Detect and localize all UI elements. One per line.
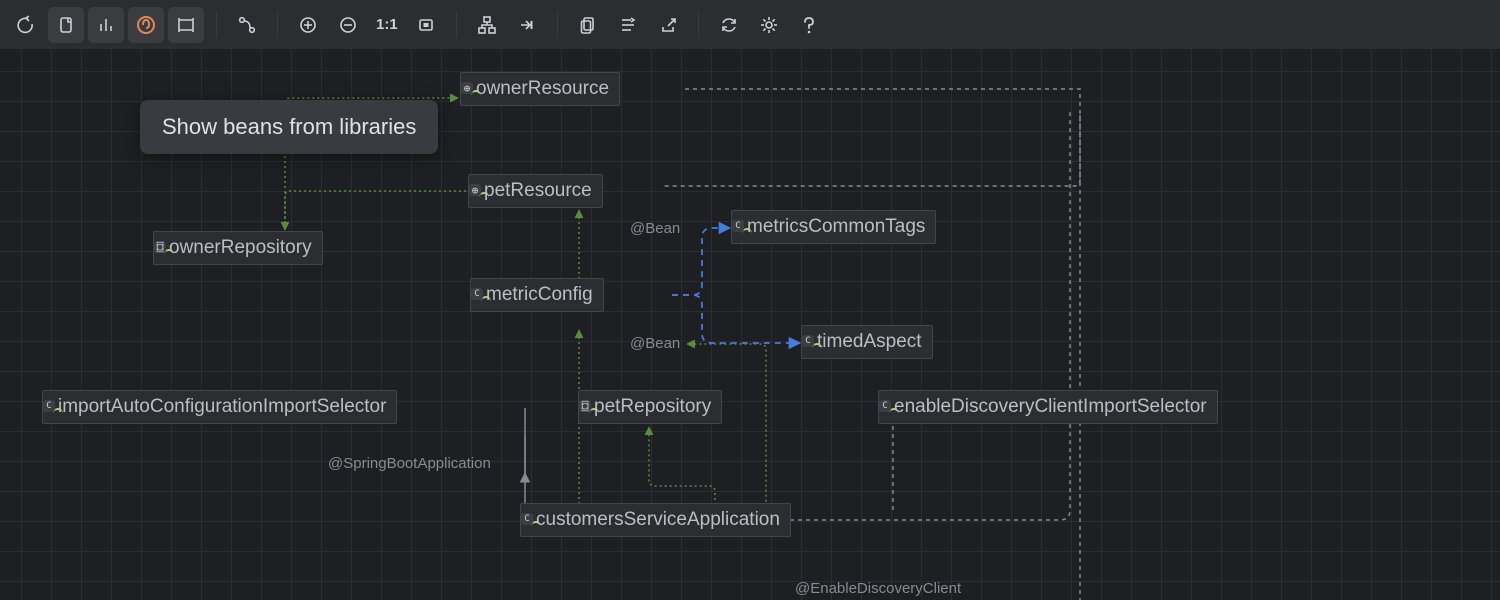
route-edges-icon[interactable] bbox=[509, 7, 545, 43]
bean-node-metric-config[interactable]: metricConfig bbox=[470, 278, 604, 312]
list-icon[interactable] bbox=[610, 7, 646, 43]
toolbar-separator bbox=[456, 12, 457, 38]
tooltip: Show beans from libraries bbox=[140, 100, 438, 154]
file-view-icon[interactable] bbox=[48, 7, 84, 43]
toolbar: 1:1 bbox=[0, 0, 1500, 50]
bean-node-pet-resource[interactable]: petResource bbox=[468, 174, 603, 208]
bean-node-owner-resource[interactable]: ownerResource bbox=[460, 72, 620, 106]
node-label: timedAspect bbox=[817, 331, 922, 353]
bean-node-owner-repository[interactable]: ownerRepository bbox=[153, 231, 323, 265]
refresh-icon[interactable] bbox=[711, 7, 747, 43]
zoom-out-icon[interactable] bbox=[330, 7, 366, 43]
node-label: importAutoConfigurationImportSelector bbox=[58, 396, 386, 418]
copy-icon[interactable] bbox=[570, 7, 606, 43]
node-label: metricsCommonTags bbox=[747, 216, 925, 238]
node-label: ownerRepository bbox=[169, 237, 312, 259]
node-label: metricConfig bbox=[486, 284, 593, 306]
bean-node-pet-repository[interactable]: petRepository bbox=[578, 390, 722, 424]
toolbar-separator bbox=[216, 12, 217, 38]
show-libraries-toggle[interactable] bbox=[128, 7, 164, 43]
annotation-spring-boot-app: @SpringBootApplication bbox=[328, 455, 491, 472]
help-icon[interactable] bbox=[791, 7, 827, 43]
annotation-bean: @Bean bbox=[630, 220, 680, 237]
node-label: enableDiscoveryClientImportSelector bbox=[894, 396, 1207, 418]
node-label: customersServiceApplication bbox=[536, 509, 780, 531]
layout-tree-icon[interactable] bbox=[469, 7, 505, 43]
toolbar-separator bbox=[557, 12, 558, 38]
export-icon[interactable] bbox=[650, 7, 686, 43]
bean-node-customers-service-app[interactable]: customersServiceApplication bbox=[520, 503, 791, 537]
annotation-enable-discovery: @EnableDiscoveryClient bbox=[795, 580, 961, 597]
toolbar-separator bbox=[277, 12, 278, 38]
frame-view-icon[interactable] bbox=[168, 7, 204, 43]
annotation-bean: @Bean bbox=[630, 335, 680, 352]
bean-node-timed-aspect[interactable]: timedAspect bbox=[801, 325, 933, 359]
bean-node-metrics-common-tags[interactable]: metricsCommonTags bbox=[731, 210, 936, 244]
zoom-in-icon[interactable] bbox=[290, 7, 326, 43]
fit-content-icon[interactable] bbox=[408, 7, 444, 43]
route-icon[interactable] bbox=[229, 7, 265, 43]
settings-icon[interactable] bbox=[751, 7, 787, 43]
node-label: petRepository bbox=[594, 396, 711, 418]
chart-view-icon[interactable] bbox=[88, 7, 124, 43]
toolbar-separator bbox=[698, 12, 699, 38]
bean-node-import-auto-config[interactable]: importAutoConfigurationImportSelector bbox=[42, 390, 397, 424]
tooltip-text: Show beans from libraries bbox=[162, 114, 416, 139]
zoom-actual-button[interactable]: 1:1 bbox=[368, 7, 406, 43]
node-label: petResource bbox=[484, 180, 592, 202]
diagram-canvas[interactable]: Show beans from libraries ownerResource … bbox=[0, 50, 1500, 600]
bean-node-enable-discovery[interactable]: enableDiscoveryClientImportSelector bbox=[878, 390, 1218, 424]
node-label: ownerResource bbox=[476, 78, 609, 100]
back-icon[interactable] bbox=[8, 7, 44, 43]
